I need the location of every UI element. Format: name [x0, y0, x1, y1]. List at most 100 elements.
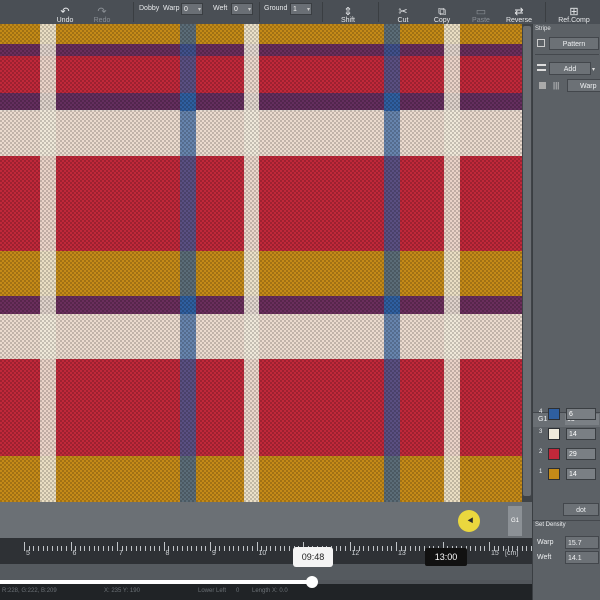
ruler-tick [391, 546, 393, 551]
status-coords: X: 235 Y: 190 [104, 588, 140, 594]
weft-spinner[interactable]: 0 [231, 3, 253, 16]
ruler-tick [47, 546, 49, 551]
scrollbar-thumb[interactable] [523, 26, 531, 496]
mouse-cursor-highlight [458, 510, 480, 532]
ruler-tick [256, 542, 258, 551]
ruler-label: 10 [258, 550, 267, 557]
ruler-tick [484, 546, 486, 551]
separator [545, 2, 546, 22]
ground-spinner[interactable]: 1 [290, 3, 312, 16]
ruler-tick [126, 546, 128, 551]
g1-tab[interactable]: G1 [508, 506, 522, 536]
ruler-tick [205, 546, 207, 551]
ruler-tick [409, 546, 411, 551]
redo-label: Redo [93, 17, 111, 24]
ruler-tick [135, 546, 137, 551]
warp-density-field[interactable]: 15.7 [565, 536, 599, 549]
ruler-label: 12 [351, 550, 360, 557]
color-swatch[interactable] [548, 448, 560, 460]
ruler-tick [242, 546, 244, 551]
ruler-label: 15 [491, 550, 499, 557]
ruler-tick [349, 542, 351, 551]
hover-time-tooltip: 09:48 [293, 547, 333, 567]
ruler-tick [414, 546, 416, 551]
refcomp-label: Ref.Comp [558, 17, 590, 24]
ruler-tick [107, 546, 109, 551]
color-index: 4 [539, 409, 543, 415]
paste-button[interactable]: ▭ Paste [469, 0, 493, 25]
divider [535, 54, 599, 55]
ruler-tick [335, 546, 337, 551]
ruler-tick [98, 546, 100, 551]
ruler-tick [130, 546, 132, 551]
ruler-tick [223, 546, 225, 551]
weft-density-field[interactable]: 14.1 [565, 551, 599, 564]
copy-button[interactable]: ⧉ Copy [430, 0, 454, 25]
ruler-tick [154, 546, 156, 551]
color-swatch[interactable] [548, 408, 560, 420]
set-density-label: Set Density [535, 522, 566, 528]
status-bar: R:228, G:222, B:209 X: 235 Y: 190 Lower … [0, 586, 600, 600]
shift-icon: ⇕ [343, 6, 353, 18]
color-thread-count[interactable]: 14 [566, 468, 596, 480]
ruler-tick [247, 546, 249, 551]
ruler-tick [140, 546, 142, 551]
color-row[interactable]: 46 [539, 408, 600, 420]
ruler-tick [89, 546, 91, 551]
redo-button[interactable]: ↷ Redo [91, 0, 113, 25]
ruler-tick [284, 546, 286, 551]
pattern-button[interactable]: Pattern [549, 37, 599, 50]
ruler-tick [489, 542, 490, 551]
right-panel: Stripe Pattern Add ▾ ||| Warp G1 63 4631… [532, 24, 600, 600]
color-row[interactable]: 3 14 [539, 428, 600, 440]
ruler-tick [233, 546, 235, 551]
color-swatch[interactable] [548, 468, 560, 480]
color-index: 2 [539, 449, 543, 455]
unit-select[interactable]: dot [563, 503, 599, 516]
color-index: 3 [539, 429, 543, 435]
vertical-scrollbar[interactable] [522, 24, 532, 502]
color-swatch[interactable] [548, 428, 560, 440]
ruler-tick [84, 546, 86, 551]
ruler-tick [275, 546, 277, 551]
fabric-canvas[interactable] [0, 24, 522, 502]
ruler-tick [396, 542, 397, 551]
refcomp-icon: ⊞ [569, 6, 579, 18]
ruler-tick [191, 546, 193, 551]
ruler-tick [502, 546, 504, 551]
color-thread-count[interactable]: 14 [566, 428, 596, 440]
color-thread-count[interactable]: 29 [566, 448, 596, 460]
cut-button[interactable]: ✂ Cut [392, 0, 414, 25]
warp-button[interactable]: Warp [567, 79, 600, 92]
color-row[interactable]: 1 14 [539, 468, 600, 480]
ruler-tick [149, 546, 151, 551]
duration-label: 13:00 [425, 548, 467, 566]
ruler-tick [65, 546, 67, 551]
undo-label: Undo [56, 17, 74, 24]
ruler-tick [377, 546, 379, 551]
undo-button[interactable]: ↶ Undo [54, 0, 76, 25]
add-button[interactable]: Add [549, 62, 591, 75]
ruler-label: 6 [72, 550, 77, 557]
ruler-label: 5 [26, 550, 30, 557]
reverse-label: Reverse [505, 17, 533, 24]
reverse-button[interactable]: ⇄ Reverse [504, 0, 534, 25]
color-thread-count[interactable]: 6 [566, 408, 596, 420]
ruler-tick [24, 542, 25, 551]
refcomp-button[interactable]: ⊞ Ref.Comp [556, 0, 592, 25]
ruler-tick [117, 542, 118, 551]
status-zero: 0 [236, 588, 240, 594]
ruler-tick [526, 546, 528, 551]
ruler-tick [51, 546, 53, 551]
ruler-tick [470, 546, 472, 551]
canvas-footer [0, 502, 532, 538]
ruler-tick [33, 546, 35, 551]
ruler-tick [521, 546, 523, 551]
shift-button[interactable]: ⇕ Shift [337, 0, 359, 25]
warp-spinner[interactable]: 0 [181, 3, 203, 16]
color-row[interactable]: 2 29 [539, 448, 600, 460]
ruler-tick [70, 542, 72, 551]
ruler-tick [363, 546, 365, 551]
status-rgb: R:228, G:222, B:209 [2, 588, 57, 594]
status-lower-left: Lower Left [198, 588, 227, 594]
